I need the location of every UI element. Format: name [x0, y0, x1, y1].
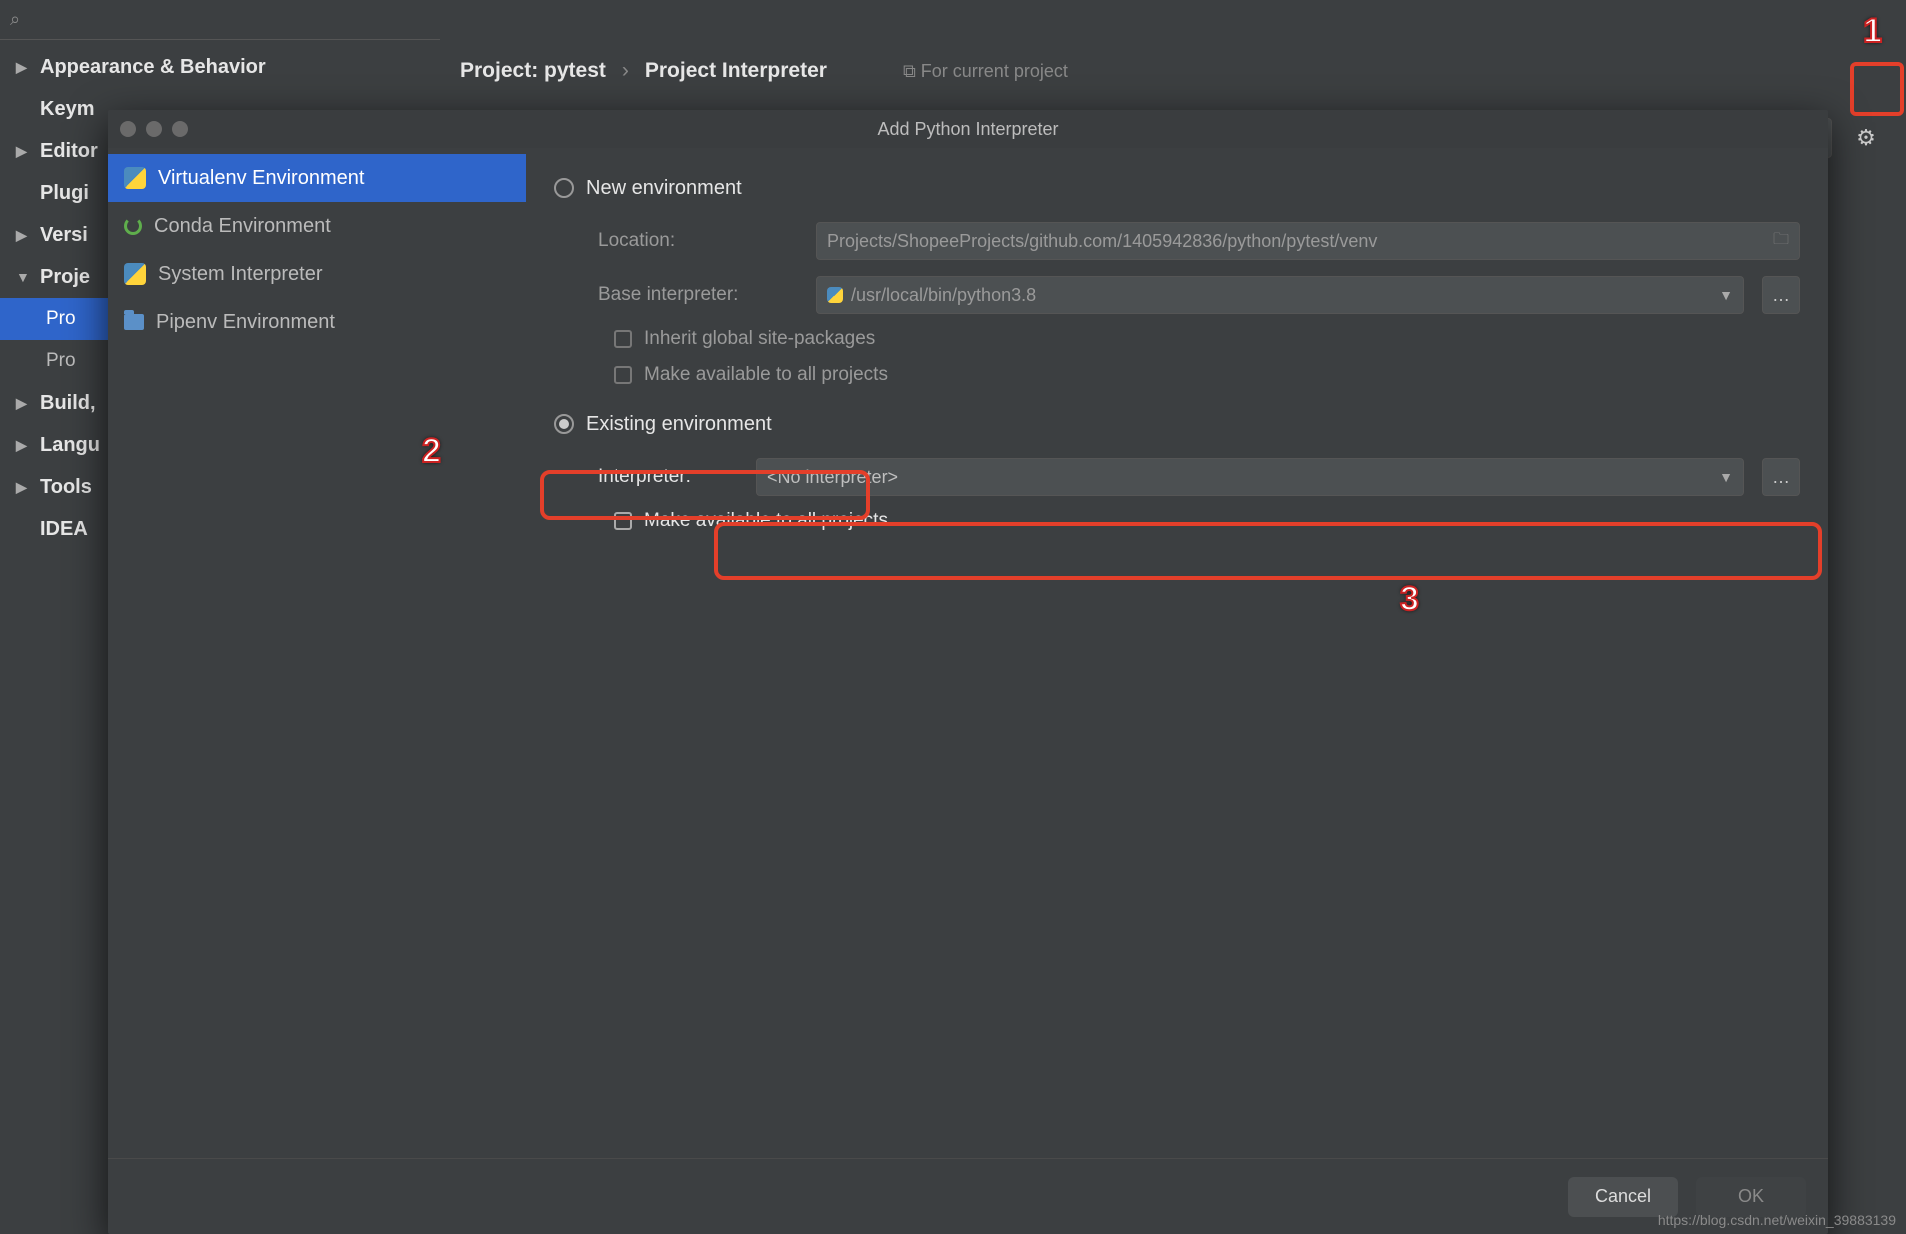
base-interpreter-label: Base interpreter:: [598, 284, 798, 306]
radio-existing-environment[interactable]: Existing environment: [554, 406, 1800, 442]
existing-interpreter-select[interactable]: <No interpreter> ▼: [756, 458, 1744, 496]
annotation-number-3: 3: [1400, 580, 1419, 619]
location-value: Projects/ShopeeProjects/github.com/14059…: [827, 231, 1377, 252]
checkbox-icon: [614, 330, 632, 348]
button-label: OK: [1738, 1186, 1764, 1207]
sidebar-item-system[interactable]: System Interpreter: [108, 250, 526, 298]
tree-appearance[interactable]: ▶Appearance & Behavior: [0, 46, 440, 88]
annotation-highlight-1: [1850, 62, 1904, 116]
search-icon: ⌕: [10, 9, 20, 30]
checkbox-inherit[interactable]: Inherit global site-packages: [614, 328, 1800, 350]
chevron-down-icon: ▼: [1719, 287, 1733, 303]
checkbox-label: Make available to all projects: [644, 364, 888, 386]
interpreter-type-sidebar: Virtualenv Environment Conda Environment…: [108, 148, 526, 1158]
dialog-footer: Cancel OK: [108, 1158, 1828, 1234]
sidebar-item-label: Pipenv Environment: [156, 311, 335, 334]
sidebar-item-label: Conda Environment: [154, 215, 331, 238]
annotation-number-1: 1: [1863, 12, 1882, 51]
radio-label: Existing environment: [586, 413, 772, 436]
interpreter-label: Interpreter:: [598, 466, 738, 488]
chevron-right-icon: ›: [622, 59, 629, 83]
location-label: Location:: [598, 230, 798, 252]
sidebar-item-conda[interactable]: Conda Environment: [108, 202, 526, 250]
checkbox-label: Make available to all projects: [644, 510, 888, 532]
tree-item-label: Build,: [40, 392, 96, 415]
tree-item-label: Editor: [40, 140, 98, 163]
tree-item-label: Keym: [40, 98, 94, 121]
chevron-down-icon: ▼: [1719, 469, 1733, 485]
tree-item-label: Pro: [46, 350, 76, 372]
button-label: Cancel: [1595, 1186, 1651, 1207]
radio-icon: [554, 178, 574, 198]
folder-icon: 🗀: [1773, 228, 1789, 255]
location-input[interactable]: Projects/ShopeeProjects/github.com/14059…: [816, 222, 1800, 260]
browse-interpreter-button[interactable]: …: [1762, 458, 1800, 496]
python-icon: [124, 167, 146, 189]
checkbox-icon: [614, 512, 632, 530]
radio-icon: [554, 414, 574, 434]
python-icon: [124, 263, 146, 285]
existing-interpreter-value: <No interpreter>: [767, 467, 898, 488]
checkbox-make-all-existing[interactable]: Make available to all projects: [614, 510, 1800, 532]
annotation-number-2: 2: [422, 432, 441, 471]
python-icon: [827, 287, 843, 303]
conda-icon: [124, 217, 142, 235]
ellipsis-icon: …: [1772, 467, 1790, 488]
for-current-project-label: For current project: [903, 61, 1068, 82]
radio-new-environment[interactable]: New environment: [554, 170, 1800, 206]
base-interpreter-select[interactable]: /usr/local/bin/python3.8 ▼: [816, 276, 1744, 314]
dialog-titlebar: Add Python Interpreter: [108, 110, 1828, 148]
form-area: New environment Location: Projects/Shope…: [526, 148, 1828, 1158]
breadcrumb: Project: pytest › Project Interpreter Fo…: [460, 50, 1886, 92]
add-interpreter-dialog: Add Python Interpreter Virtualenv Enviro…: [108, 110, 1828, 1234]
tree-item-label: Tools: [40, 476, 92, 499]
base-interpreter-value: /usr/local/bin/python3.8: [851, 285, 1036, 306]
gear-icon: ⚙: [1856, 125, 1876, 151]
radio-label: New environment: [586, 177, 742, 200]
tree-item-label: Plugi: [40, 182, 89, 205]
checkbox-make-all-new[interactable]: Make available to all projects: [614, 364, 1800, 386]
tree-item-label: Appearance & Behavior: [40, 56, 266, 79]
tree-item-label: IDEA: [40, 518, 88, 541]
checkbox-label: Inherit global site-packages: [644, 328, 875, 350]
ellipsis-icon: …: [1772, 285, 1790, 306]
folder-icon: [124, 314, 144, 330]
tree-item-label: Pro: [46, 308, 76, 330]
sidebar-item-label: Virtualenv Environment: [158, 167, 364, 190]
tree-item-label: Langu: [40, 434, 100, 457]
tree-item-label: Versi: [40, 224, 88, 247]
breadcrumb-page: Project Interpreter: [645, 59, 827, 83]
breadcrumb-project: Project: pytest: [460, 59, 606, 83]
interpreter-gear-button[interactable]: ⚙: [1846, 118, 1886, 158]
sidebar-item-pipenv[interactable]: Pipenv Environment: [108, 298, 526, 346]
dialog-title: Add Python Interpreter: [108, 119, 1828, 140]
watermark: https://blog.csdn.net/weixin_39883139: [1658, 1212, 1896, 1228]
cancel-button[interactable]: Cancel: [1568, 1177, 1678, 1217]
ok-button[interactable]: OK: [1696, 1177, 1806, 1217]
tree-item-label: Proje: [40, 266, 90, 289]
browse-base-button[interactable]: …: [1762, 276, 1800, 314]
sidebar-item-label: System Interpreter: [158, 263, 323, 286]
sidebar-item-virtualenv[interactable]: Virtualenv Environment: [108, 154, 526, 202]
settings-search[interactable]: ⌕: [0, 0, 440, 40]
checkbox-icon: [614, 366, 632, 384]
